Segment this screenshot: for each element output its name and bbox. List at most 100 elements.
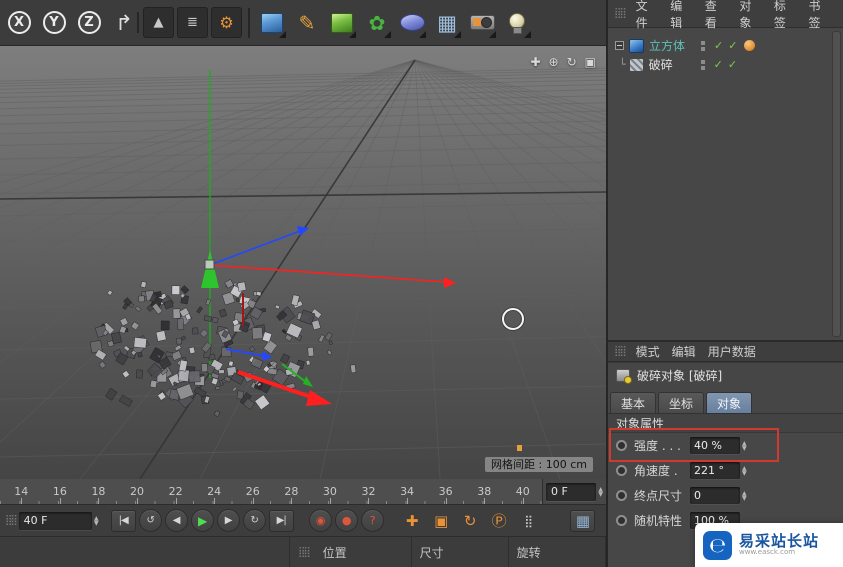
stepper-icon[interactable] bbox=[742, 441, 747, 451]
render-view-icon[interactable]: ▲ bbox=[137, 7, 174, 38]
timeline-tick[interactable]: 20 bbox=[118, 479, 157, 504]
om-menu-file[interactable]: 文件 bbox=[630, 0, 665, 31]
x-axis-lock-icon[interactable]: X bbox=[2, 4, 36, 42]
end-frame-value[interactable]: 0 F bbox=[546, 482, 597, 501]
record-parameter-toggle[interactable]: Ⓟ bbox=[486, 510, 512, 532]
viewport-pan-icon[interactable]: ✚ bbox=[530, 55, 540, 69]
dropdown-corner-icon[interactable] bbox=[454, 30, 461, 38]
current-frame-value[interactable]: 40 F bbox=[18, 511, 93, 530]
y-axis-lock-icon[interactable]: Y bbox=[37, 4, 71, 42]
timeline-tick[interactable]: 18 bbox=[79, 479, 118, 504]
autokey-button[interactable]: ● bbox=[334, 509, 358, 532]
dropdown-corner-icon[interactable] bbox=[524, 30, 531, 38]
dropdown-corner-icon[interactable] bbox=[279, 30, 286, 38]
drag-handle-icon[interactable] bbox=[5, 515, 16, 526]
keyframe-dot-icon[interactable] bbox=[616, 440, 627, 451]
om-menu-objects[interactable]: 对象 bbox=[733, 0, 768, 31]
viewport-toggle-icon[interactable]: ▣ bbox=[585, 55, 596, 69]
stepper-icon[interactable] bbox=[742, 466, 747, 476]
enabled-check-icon[interactable]: ✓ bbox=[714, 58, 723, 71]
record-pla-toggle[interactable]: ⣿ bbox=[515, 510, 541, 532]
record-position-toggle[interactable]: ✚ bbox=[399, 510, 425, 532]
play-backwards-button[interactable]: ↺ bbox=[138, 509, 162, 532]
material-tag-icon[interactable] bbox=[744, 40, 756, 51]
object-label[interactable]: 破碎 bbox=[649, 56, 697, 73]
stepper-icon[interactable] bbox=[742, 491, 747, 501]
coordinate-system-icon[interactable]: ↱ bbox=[107, 4, 141, 42]
enabled-check2-icon[interactable]: ✓ bbox=[728, 39, 737, 52]
timeline-tick[interactable]: 14 bbox=[2, 479, 41, 504]
viewport-3d[interactable]: ✚ ⊕ ↻ ▣ 网格间距 : 100 cm bbox=[0, 46, 606, 479]
tree-row-cube[interactable]: 立方体 ✓ ✓ bbox=[608, 36, 843, 55]
dropdown-corner-icon[interactable] bbox=[489, 30, 496, 38]
om-menu-view[interactable]: 查看 bbox=[699, 0, 734, 31]
tree-row-fracture[interactable]: └ 破碎 ✓ ✓ bbox=[608, 55, 843, 74]
timeline-tick[interactable]: 38 bbox=[465, 479, 504, 504]
end-frame-field[interactable]: 0 F bbox=[542, 479, 606, 504]
layout-grid-button[interactable]: ▦ bbox=[570, 509, 595, 532]
visibility-dots-icon[interactable] bbox=[700, 59, 705, 70]
om-menu-edit[interactable]: 编辑 bbox=[664, 0, 699, 31]
tab-basic[interactable]: 基本 bbox=[610, 392, 657, 413]
timeline-tick[interactable]: 26 bbox=[233, 479, 272, 504]
record-scale-toggle[interactable]: ▣ bbox=[428, 510, 454, 532]
keyframe-dot-icon[interactable] bbox=[616, 465, 627, 476]
stepper-icon[interactable] bbox=[598, 487, 603, 497]
tab-object[interactable]: 对象 bbox=[706, 392, 753, 413]
enabled-check2-icon[interactable]: ✓ bbox=[728, 58, 737, 71]
timeline-tick[interactable]: 28 bbox=[272, 479, 311, 504]
play-button[interactable]: ▶ bbox=[190, 509, 214, 532]
drag-handle-icon[interactable] bbox=[614, 346, 625, 357]
property-value-field[interactable]: 0 bbox=[690, 487, 740, 504]
keyframe-dot-icon[interactable] bbox=[616, 490, 627, 501]
camera-icon[interactable] bbox=[465, 4, 499, 42]
stepper-icon[interactable] bbox=[94, 516, 99, 526]
add-cube-icon[interactable] bbox=[248, 4, 289, 42]
deformer-icon[interactable] bbox=[395, 4, 429, 42]
visibility-dots-icon[interactable] bbox=[701, 40, 705, 51]
drag-handle-icon[interactable] bbox=[298, 547, 309, 558]
viewport-zoom-icon[interactable]: ⊕ bbox=[549, 55, 559, 69]
frame-ruler[interactable]: 14 16 18 20 22 24 26 28 30 32 34 36 38 4… bbox=[0, 479, 542, 504]
previous-frame-button[interactable]: ◀ bbox=[164, 509, 188, 532]
goto-start-button[interactable]: |◀ bbox=[110, 509, 136, 532]
timeline-tick[interactable]: 22 bbox=[156, 479, 195, 504]
spline-pen-icon[interactable]: ✎ bbox=[290, 4, 324, 42]
fracture-object-icon[interactable] bbox=[628, 57, 644, 72]
cube-object-icon[interactable] bbox=[629, 38, 644, 53]
dropdown-corner-icon[interactable] bbox=[419, 30, 426, 38]
render-settings-icon[interactable]: ⚙ bbox=[211, 7, 242, 38]
expand-toggle-icon[interactable] bbox=[615, 41, 624, 50]
timeline-tick[interactable]: 30 bbox=[311, 479, 350, 504]
timeline-tick[interactable]: 24 bbox=[195, 479, 234, 504]
timeline-tick[interactable]: 40 bbox=[504, 479, 543, 504]
section-header[interactable]: 对象属性 bbox=[608, 414, 843, 433]
am-menu-mode[interactable]: 模式 bbox=[630, 343, 666, 360]
drag-handle-icon[interactable] bbox=[614, 8, 625, 19]
subdivision-surface-icon[interactable] bbox=[325, 4, 359, 42]
current-frame-field[interactable]: 40 F bbox=[18, 511, 99, 530]
am-menu-user-data[interactable]: 用户数据 bbox=[702, 343, 762, 360]
dropdown-corner-icon[interactable] bbox=[349, 30, 356, 38]
property-value-field[interactable]: 40 % bbox=[690, 437, 740, 454]
goto-end-button[interactable]: ▶| bbox=[268, 509, 294, 532]
keyframe-selection-button[interactable]: ? bbox=[360, 509, 384, 532]
am-menu-edit[interactable]: 编辑 bbox=[666, 343, 702, 360]
keyframe-dot-icon[interactable] bbox=[616, 515, 627, 526]
om-menu-bookmarks[interactable]: 书签 bbox=[802, 0, 837, 31]
render-picture-viewer-icon[interactable]: ≣ bbox=[177, 7, 208, 38]
enabled-check-icon[interactable]: ✓ bbox=[714, 39, 723, 52]
next-frame-button[interactable]: ▶ bbox=[216, 509, 240, 532]
timeline-tick[interactable]: 36 bbox=[426, 479, 465, 504]
timeline-tick[interactable]: 34 bbox=[388, 479, 427, 504]
tab-coordinates[interactable]: 坐标 bbox=[658, 392, 705, 413]
object-manager-tree[interactable]: 立方体 ✓ ✓ └ 破碎 ✓ ✓ bbox=[608, 28, 843, 340]
om-menu-tags[interactable]: 标签 bbox=[768, 0, 803, 31]
cloner-icon[interactable]: ✿ bbox=[360, 4, 394, 42]
property-value-field[interactable]: 221 ° bbox=[690, 462, 740, 479]
loop-button[interactable]: ↻ bbox=[242, 509, 266, 532]
watermark-badge[interactable]: ℮ 易采站长站 www.easck.com bbox=[695, 523, 843, 567]
timeline-tick[interactable]: 16 bbox=[41, 479, 80, 504]
object-label[interactable]: 立方体 bbox=[649, 37, 697, 54]
dropdown-corner-icon[interactable] bbox=[384, 30, 391, 38]
